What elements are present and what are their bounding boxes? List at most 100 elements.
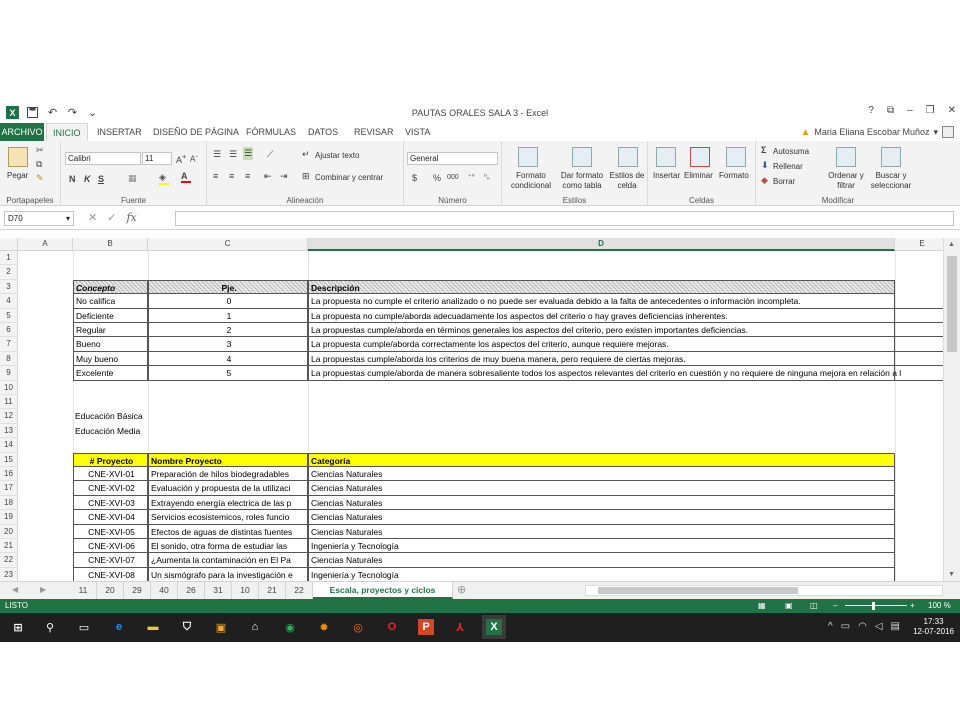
delete-cells-button[interactable]: Eliminar bbox=[684, 171, 713, 180]
underline-button[interactable]: S bbox=[98, 174, 104, 184]
scroll-thumb[interactable] bbox=[598, 587, 798, 594]
project-cell[interactable]: CNE-XVI-08 bbox=[73, 567, 148, 581]
new-sheet-icon[interactable]: ⊕ bbox=[457, 583, 466, 596]
projects-header-cell[interactable]: Categoría bbox=[308, 452, 895, 467]
tab-revisar[interactable]: REVISAR bbox=[348, 123, 400, 141]
customize-qat-icon[interactable]: ⌄ bbox=[86, 106, 99, 119]
page-break-icon[interactable]: ◫ bbox=[810, 599, 818, 613]
col-header-a[interactable]: A bbox=[18, 238, 73, 251]
scale-cell[interactable]: 1 bbox=[148, 308, 308, 323]
excel-taskbar-icon[interactable]: X bbox=[482, 615, 506, 639]
col-header-e[interactable]: E bbox=[895, 238, 943, 251]
autosum-button[interactable]: Autosuma bbox=[773, 147, 809, 156]
row-header[interactable]: 5 bbox=[0, 308, 18, 323]
notifications-icon[interactable]: ▤ bbox=[891, 621, 900, 632]
align-center-icon[interactable]: ≡ bbox=[229, 171, 234, 181]
cancel-icon[interactable]: ✕ bbox=[88, 211, 97, 224]
font-name-select[interactable]: Calibri bbox=[65, 152, 141, 165]
clear-icon[interactable]: ◆ bbox=[761, 175, 768, 186]
scale-cell[interactable]: 4 bbox=[148, 351, 308, 367]
scale-cell[interactable]: Regular bbox=[73, 323, 148, 338]
wrap-text-icon[interactable]: ↵ bbox=[302, 149, 310, 160]
scroll-up-icon[interactable]: ▲ bbox=[948, 241, 955, 248]
row-header[interactable]: 11 bbox=[0, 395, 18, 410]
close-icon[interactable]: ✕ bbox=[948, 105, 956, 116]
scale-cell[interactable]: Muy bueno bbox=[73, 351, 148, 367]
project-cell[interactable]: Servicios ecosistemicos, roles funcio bbox=[148, 510, 308, 525]
project-cell[interactable]: Ingeniería y Tecnología bbox=[308, 539, 895, 554]
align-right-icon[interactable]: ≡ bbox=[245, 171, 250, 181]
project-cell[interactable]: Efectos de aguas de distintas fuentes bbox=[148, 524, 308, 539]
row-header[interactable]: 9 bbox=[0, 366, 18, 381]
zoom-slider[interactable] bbox=[845, 605, 907, 606]
enter-icon[interactable]: ✓ bbox=[107, 211, 116, 224]
project-cell[interactable]: Ciencias Naturales bbox=[308, 467, 895, 482]
merge-center-button[interactable]: Combinar y centrar bbox=[315, 173, 383, 182]
sheet-tab[interactable]: 29 bbox=[124, 582, 151, 599]
find-select-icon[interactable] bbox=[881, 147, 901, 167]
project-cell[interactable]: CNE-XVI-07 bbox=[73, 553, 148, 568]
app-icon[interactable]: ▣ bbox=[213, 619, 229, 635]
scale-cell[interactable]: La propuestas cumple/aborda en términos … bbox=[308, 323, 943, 338]
scroll-thumb[interactable] bbox=[947, 256, 957, 352]
minimize-icon[interactable]: – bbox=[907, 105, 913, 116]
conditional-format-icon[interactable] bbox=[518, 147, 538, 167]
sheet-tab[interactable]: 26 bbox=[178, 582, 205, 599]
next-sheet-icon[interactable]: ▶ bbox=[40, 585, 46, 594]
row-header[interactable]: 1 bbox=[0, 251, 18, 266]
tab-archivo[interactable]: ARCHIVO bbox=[0, 123, 44, 141]
project-cell[interactable]: Ciencias Naturales bbox=[308, 495, 895, 511]
battery-icon[interactable]: ▭ bbox=[841, 621, 850, 632]
increase-decimal-icon[interactable]: ⁺⁰ bbox=[468, 173, 475, 181]
paste-button[interactable]: Pegar bbox=[7, 171, 28, 180]
select-all-corner[interactable] bbox=[0, 238, 18, 251]
scale-cell[interactable]: Deficiente bbox=[73, 308, 148, 323]
sheet-tab[interactable]: 40 bbox=[151, 582, 178, 599]
wrap-text-button[interactable]: Ajustar texto bbox=[315, 151, 359, 160]
redo-icon[interactable]: ↷ bbox=[66, 106, 79, 119]
scroll-down-icon[interactable]: ▼ bbox=[948, 571, 955, 578]
col-header-c[interactable]: C bbox=[148, 238, 308, 251]
align-left-icon[interactable]: ≡ bbox=[213, 171, 218, 181]
task-view-icon[interactable]: ▭ bbox=[76, 619, 92, 635]
scale-cell[interactable]: La propuesta no cumple el criterio anali… bbox=[308, 294, 943, 309]
row-header[interactable]: 3 bbox=[0, 279, 18, 295]
name-box[interactable]: D70 ▾ bbox=[4, 211, 74, 226]
insert-cells-button[interactable]: Insertar bbox=[653, 171, 680, 180]
fill-color-icon[interactable]: ◈ bbox=[159, 172, 169, 185]
spotify-icon[interactable]: ◉ bbox=[282, 619, 298, 635]
scale-cell[interactable]: 3 bbox=[148, 337, 308, 352]
windows-start-icon[interactable]: ⊞ bbox=[10, 619, 26, 635]
cell-styles-button[interactable]: Estilos de celda bbox=[607, 171, 647, 191]
sheet-tab[interactable]: 11 bbox=[70, 582, 97, 599]
sheet-tab-active[interactable]: Escala, proyectos y ciclos bbox=[313, 582, 453, 599]
scale-cell[interactable]: La propuesta no cumple/aborda adecuadame… bbox=[308, 308, 943, 323]
paste-icon[interactable] bbox=[8, 147, 28, 167]
project-cell[interactable]: El sonido, otra forma de estudiar las bbox=[148, 539, 308, 554]
projects-header-cell[interactable]: Nombre Proyecto bbox=[148, 452, 308, 467]
sort-filter-button[interactable]: Ordenar y filtrar bbox=[826, 171, 866, 191]
level-label[interactable]: Educación Básica bbox=[73, 409, 193, 423]
project-cell[interactable]: Un sismógrafo para la investigación e bbox=[148, 567, 308, 581]
row-header[interactable]: 17 bbox=[0, 481, 18, 496]
zoom-out-icon[interactable]: – bbox=[833, 599, 837, 613]
store-icon[interactable]: ⛉ bbox=[179, 619, 195, 635]
row-header[interactable]: 16 bbox=[0, 467, 18, 482]
font-color-icon[interactable]: A bbox=[181, 171, 191, 183]
vertical-scrollbar[interactable]: ▲ ▼ bbox=[943, 238, 960, 581]
formula-input[interactable] bbox=[175, 211, 954, 226]
row-header[interactable]: 20 bbox=[0, 524, 18, 539]
row-header[interactable]: 8 bbox=[0, 351, 18, 367]
conditional-format-button[interactable]: Formato condicional bbox=[506, 171, 556, 191]
sheet-tab[interactable]: 21 bbox=[259, 582, 286, 599]
row-header[interactable]: 21 bbox=[0, 539, 18, 554]
format-painter-icon[interactable]: ✎ bbox=[36, 173, 44, 184]
tab-datos[interactable]: DATOS bbox=[302, 123, 344, 141]
sheet-tab[interactable]: 20 bbox=[97, 582, 124, 599]
format-cells-button[interactable]: Formato bbox=[719, 171, 749, 180]
number-format-select[interactable]: General bbox=[407, 152, 498, 165]
restore-icon[interactable]: ❐ bbox=[926, 105, 935, 116]
italic-button[interactable]: K bbox=[84, 174, 91, 184]
scale-cell[interactable]: La propuestas cumple/aborda los criterio… bbox=[308, 351, 943, 367]
project-cell[interactable]: Ciencias Naturales bbox=[308, 481, 895, 496]
